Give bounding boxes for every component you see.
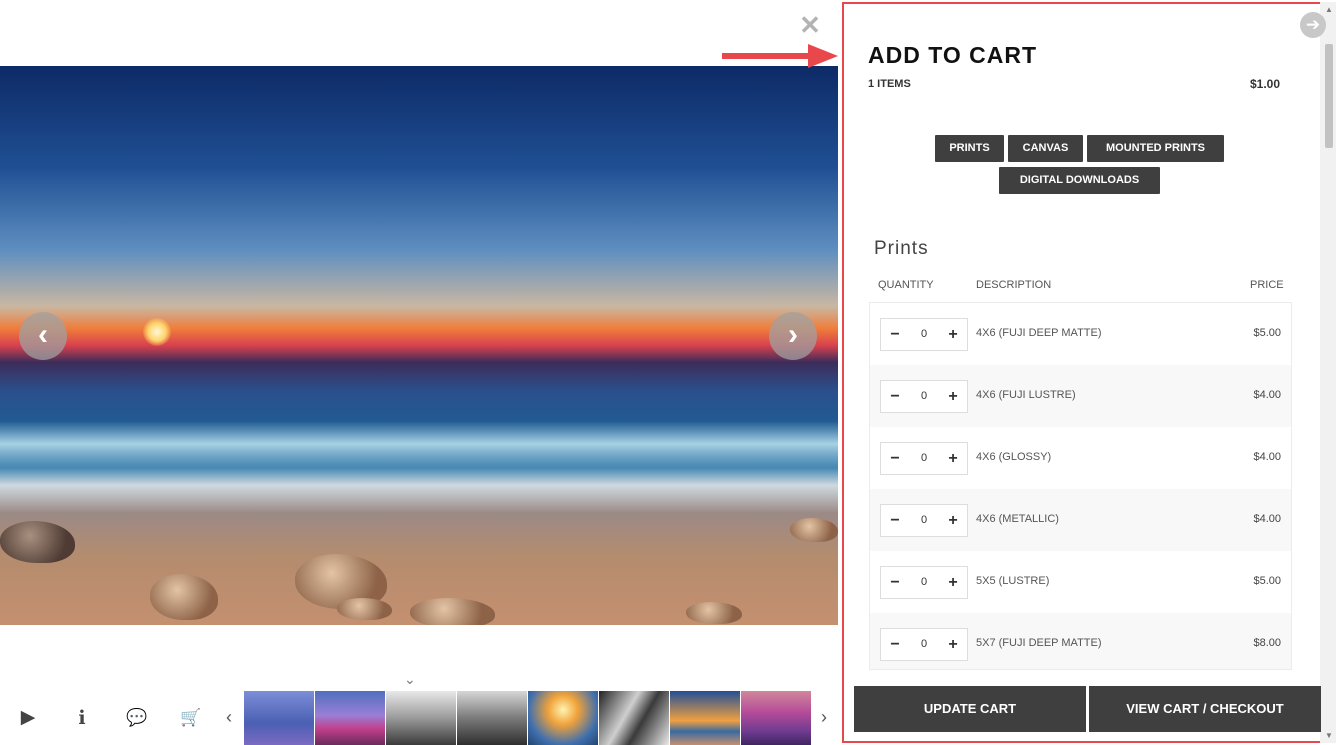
row-description: 4X6 (FUJI LUSTRE) <box>976 389 1076 401</box>
photo-rock <box>337 598 392 620</box>
increment-button[interactable]: + <box>941 505 965 536</box>
table-row: − 0 + 5X5 (LUSTRE) $5.00 <box>870 551 1291 613</box>
main-photo <box>0 66 838 625</box>
highlight-arrow-icon <box>722 44 838 68</box>
quantity-stepper: − 0 + <box>880 504 968 537</box>
app-root: ✕ ‹ › ⌄ ▶ i 💬 🛒 ‹ › ▲ ▼ ➔ ADD TO CART 1 … <box>0 0 1338 745</box>
photo-rock <box>410 598 495 625</box>
row-price: $8.00 <box>1253 637 1281 649</box>
thumbnail-strip <box>244 691 811 745</box>
close-icon[interactable]: ✕ <box>797 12 823 38</box>
thumbnail[interactable] <box>599 691 669 745</box>
quantity-stepper: − 0 + <box>880 442 968 475</box>
update-cart-button[interactable]: UPDATE CART <box>854 686 1086 732</box>
thumbnail[interactable] <box>386 691 456 745</box>
category-canvas-button[interactable]: CANVAS <box>1008 135 1083 162</box>
scroll-up-icon[interactable]: ▲ <box>1324 5 1334 14</box>
cart-icon[interactable]: 🛒 <box>179 706 203 730</box>
thumbnail[interactable] <box>457 691 527 745</box>
row-price: $4.00 <box>1253 389 1281 401</box>
row-price: $5.00 <box>1253 575 1281 587</box>
table-row: − 0 + 5X7 (FUJI DEEP MATTE) $8.00 <box>870 613 1291 669</box>
table-row: − 0 + 4X6 (GLOSSY) $4.00 <box>870 427 1291 489</box>
photo-rock <box>0 521 75 563</box>
increment-button[interactable]: + <box>941 319 965 350</box>
row-description: 4X6 (GLOSSY) <box>976 451 1052 463</box>
quantity-stepper: − 0 + <box>880 628 968 661</box>
decrement-button[interactable]: − <box>883 319 907 350</box>
thumbnail[interactable] <box>741 691 811 745</box>
increment-button[interactable]: + <box>941 567 965 598</box>
quantity-value[interactable]: 0 <box>909 319 939 350</box>
increment-button[interactable]: + <box>941 381 965 412</box>
quantity-stepper: − 0 + <box>880 318 968 351</box>
quantity-stepper: − 0 + <box>880 566 968 599</box>
quantity-value[interactable]: 0 <box>909 443 939 474</box>
play-icon[interactable]: ▶ <box>16 706 40 730</box>
table-row: − 0 + 4X6 (FUJI LUSTRE) $4.00 <box>870 365 1291 427</box>
column-header-description: DESCRIPTION <box>976 279 1052 291</box>
row-price: $5.00 <box>1253 327 1281 339</box>
decrement-button[interactable]: − <box>883 443 907 474</box>
increment-button[interactable]: + <box>941 443 965 474</box>
thumbs-right-icon[interactable]: › <box>821 705 827 729</box>
column-header-quantity: QUANTITY <box>878 279 934 291</box>
decrement-button[interactable]: − <box>883 505 907 536</box>
quantity-value[interactable]: 0 <box>909 567 939 598</box>
photo-rock <box>150 574 218 620</box>
row-description: 5X7 (FUJI DEEP MATTE) <box>976 637 1102 649</box>
view-cart-checkout-button[interactable]: VIEW CART / CHECKOUT <box>1089 686 1321 732</box>
thumbnail[interactable] <box>670 691 740 745</box>
category-mounted-prints-button[interactable]: MOUNTED PRINTS <box>1087 135 1224 162</box>
quantity-value[interactable]: 0 <box>909 505 939 536</box>
table-row: − 0 + 4X6 (METALLIC) $4.00 <box>870 489 1291 551</box>
category-prints-button[interactable]: PRINTS <box>935 135 1004 162</box>
category-digital-downloads-button[interactable]: DIGITAL DOWNLOADS <box>999 167 1160 194</box>
thumbnail[interactable] <box>315 691 385 745</box>
thumbnail[interactable] <box>528 691 598 745</box>
scroll-down-icon[interactable]: ▼ <box>1324 731 1334 740</box>
thumbnail[interactable] <box>244 691 314 745</box>
prev-photo-button[interactable]: ‹ <box>19 312 67 360</box>
photo-rock <box>686 602 742 624</box>
cart-title: ADD TO CART <box>868 42 1038 68</box>
quantity-value[interactable]: 0 <box>909 381 939 412</box>
photo-sun <box>143 318 171 346</box>
increment-button[interactable]: + <box>941 629 965 660</box>
column-header-price: PRICE <box>1250 279 1284 291</box>
collapse-panel-icon[interactable]: ➔ <box>1300 12 1326 38</box>
row-description: 4X6 (FUJI DEEP MATTE) <box>976 327 1102 339</box>
info-icon[interactable]: i <box>70 706 94 730</box>
row-description: 5X5 (LUSTRE) <box>976 575 1050 587</box>
photo-wave <box>0 421 838 467</box>
decrement-button[interactable]: − <box>883 381 907 412</box>
cart-scrollbar-thumb[interactable] <box>1325 44 1333 148</box>
cart-total: $1.00 <box>1250 77 1281 91</box>
decrement-button[interactable]: − <box>883 567 907 598</box>
photo-rock <box>790 518 838 542</box>
row-description: 4X6 (METALLIC) <box>976 513 1059 525</box>
decrement-button[interactable]: − <box>883 629 907 660</box>
next-photo-button[interactable]: › <box>769 312 817 360</box>
section-title: Prints <box>874 238 929 259</box>
thumbs-left-icon[interactable]: ‹ <box>226 705 232 729</box>
chevron-down-icon[interactable]: ⌄ <box>404 671 416 688</box>
comment-icon[interactable]: 💬 <box>125 706 149 730</box>
row-price: $4.00 <box>1253 513 1281 525</box>
quantity-value[interactable]: 0 <box>909 629 939 660</box>
quantity-stepper: − 0 + <box>880 380 968 413</box>
table-row: − 0 + 4X6 (FUJI DEEP MATTE) $5.00 <box>870 303 1291 365</box>
prints-table: − 0 + 4X6 (FUJI DEEP MATTE) $5.00 − 0 + … <box>869 302 1292 670</box>
row-price: $4.00 <box>1253 451 1281 463</box>
cart-item-count: 1 ITEMS <box>868 78 911 90</box>
